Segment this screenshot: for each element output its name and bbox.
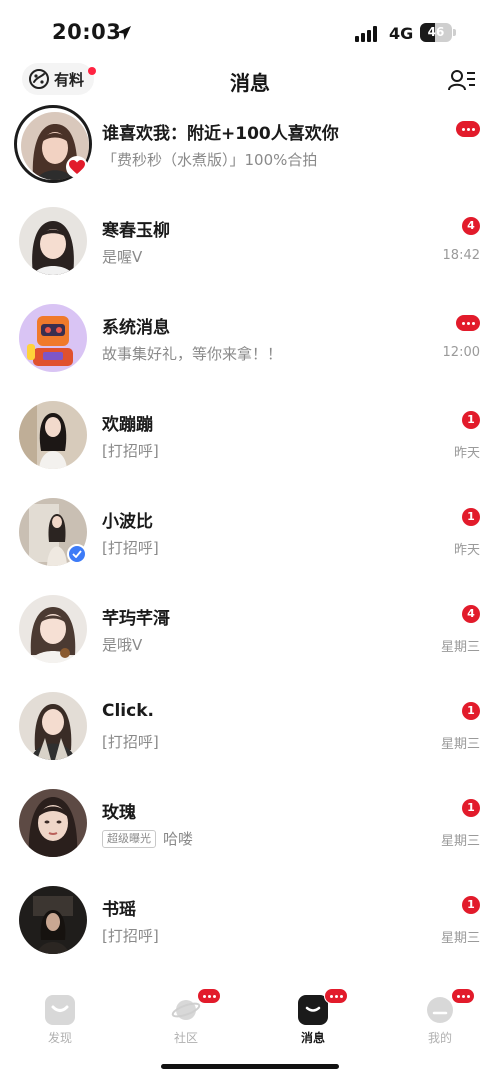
network-type: 4G [389,24,414,43]
message-time: 星期三 [440,737,480,752]
list-item-shuyao[interactable]: 书瑶 [打招呼] 1 星期三 [0,873,500,970]
contact-name: 芊玙芊滒 [102,609,170,629]
planet-icon [171,995,201,1025]
tab-badge-dots [451,988,475,1004]
profile-icon [425,995,455,1025]
list-item-qianyuqiantang[interactable]: 芊玙芊滒 是哦V 4 星期三 [0,582,500,679]
list-item-hanchunyuliu[interactable]: 寒春玉柳 是喔V 4 18:42 [0,194,500,291]
chat-bubble-icon [298,995,328,1025]
message-time: 昨天 [453,446,480,461]
home-indicator [161,1064,339,1069]
list-item-system-message[interactable]: 系统消息 故事集好礼，等你来拿！！ 12:00 [0,291,500,388]
discover-icon [45,995,75,1025]
avatar [19,595,87,663]
page-title: 消息 [230,71,270,95]
contact-name: 谁喜欢我：附近+100人喜欢你 [102,124,339,144]
message-preview: [打招呼] [102,442,159,460]
message-preview: [打招呼] [102,733,159,751]
avatar [19,401,87,469]
message-preview: 超级曝光 哈喽 [102,828,193,849]
message-list: 谁喜欢我：附近+100人喜欢你 「费秒秒（水煮版）」100%合拍 寒春玉柳 是喔… [0,97,500,970]
list-item-huanbengbeng[interactable]: 欢蹦蹦 [打招呼] 1 昨天 [0,388,500,485]
message-preview: 是喔V [102,248,143,266]
message-preview: 是哦V [102,636,143,654]
message-time: 星期三 [440,834,480,849]
tab-badge-dots [324,988,348,1004]
battery-percent: 46 [427,25,445,39]
unread-count-badge: 1 [462,411,480,429]
bottom-tab-bar: 发现 社区 消息 我的 [0,988,500,1070]
list-item-likes-me[interactable]: 谁喜欢我：附近+100人喜欢你 「费秒秒（水煮版）」100%合拍 [0,97,500,194]
list-item-meigui[interactable]: 玫瑰 超级曝光 哈喽 1 星期三 [0,776,500,873]
unread-count-badge: 1 [462,896,480,914]
message-time: 昨天 [453,543,480,558]
message-time: 星期三 [440,931,480,946]
contacts-icon[interactable] [448,68,476,92]
tab-label: 消息 [300,1031,325,1045]
unread-count-badge: 1 [462,508,480,526]
heart-icon [66,156,88,178]
contact-name: 欢蹦蹦 [102,415,153,435]
unread-count-badge: 4 [462,217,480,235]
verified-icon [67,544,87,564]
location-arrow-icon [117,26,131,40]
tab-label: 发现 [47,1031,72,1045]
message-time: 12:00 [442,345,480,360]
unread-count-badge: 1 [462,702,480,720]
tab-label: 社区 [173,1031,198,1045]
message-preview: [打招呼] [102,539,159,557]
message-preview: [打招呼] [102,927,159,945]
unread-dots-badge [456,315,480,331]
message-preview: 故事集好礼，等你来拿！！ [102,345,283,363]
nav-header: 有料 消息 [0,62,500,102]
contact-name: 书瑶 [102,900,136,920]
avatar [19,692,87,760]
tab-community[interactable]: 社区 [146,988,226,1046]
contact-name: 寒春玉柳 [102,221,170,241]
super-exposure-tag: 超级曝光 [102,829,156,848]
list-item-xiaobobi[interactable]: 小波比 [打招呼] 1 昨天 [0,485,500,582]
avatar [19,789,87,857]
contact-name: Click. [102,701,154,721]
contact-name: 玫瑰 [102,803,136,823]
contact-name: 系统消息 [102,318,170,338]
tab-messages[interactable]: 消息 [273,988,353,1046]
avatar [19,886,87,954]
unread-count-badge: 4 [462,605,480,623]
contact-name: 小波比 [102,512,153,532]
avatar [19,207,87,275]
tab-badge-dots [197,988,221,1004]
cellular-signal-icon [355,26,381,42]
status-time: 20:03 [52,20,122,44]
unread-count-badge: 1 [462,799,480,817]
list-item-click[interactable]: Click. [打招呼] 1 星期三 [0,679,500,776]
avatar [19,304,87,372]
tab-profile[interactable]: 我的 [400,988,480,1046]
tab-label: 我的 [427,1031,452,1045]
message-preview: 「费秒秒（水煮版）」100%合拍 [102,151,318,169]
status-bar: 20:03 4G 46 [0,0,500,62]
message-time: 星期三 [440,640,480,655]
unread-dots-badge [456,121,480,137]
message-time: 18:42 [442,248,480,263]
battery-icon: 46 [420,23,456,42]
tab-discover[interactable]: 发现 [20,990,100,1046]
